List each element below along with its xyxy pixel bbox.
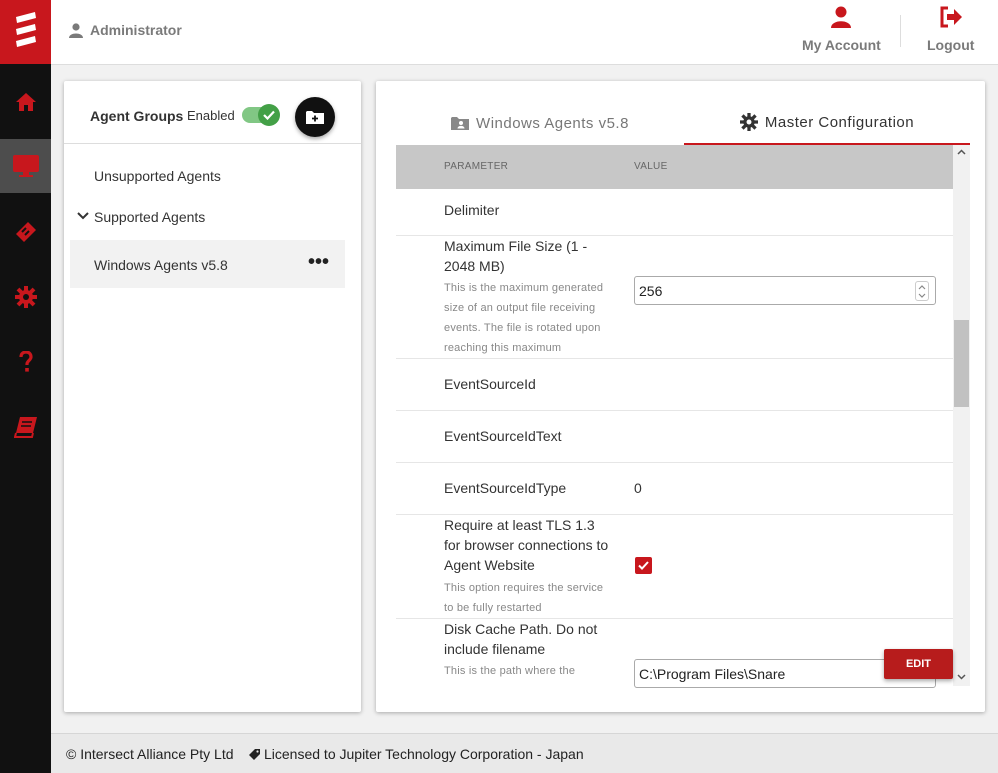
tls-checkbox[interactable] xyxy=(635,557,652,574)
param-name: EventSourceId xyxy=(444,376,536,392)
ticket-icon xyxy=(14,220,38,244)
param-name: Require at least TLS 1.3 for browser con… xyxy=(444,517,609,573)
nav-tickets[interactable] xyxy=(0,205,51,259)
gear-icon xyxy=(739,113,758,131)
monitor-icon xyxy=(12,154,40,178)
more-options-icon[interactable]: ••• xyxy=(308,252,329,272)
tree-item-windows-agents[interactable]: Windows Agents v5.8 ••• xyxy=(70,240,345,288)
chevron-down-icon[interactable] xyxy=(77,212,89,220)
top-bar: Administrator My Account Logout xyxy=(51,0,998,65)
folder-add-icon xyxy=(306,110,324,125)
folder-user-icon xyxy=(451,116,470,131)
gear-icon xyxy=(14,286,37,308)
enabled-toggle[interactable] xyxy=(242,104,280,126)
tab-windows-agents[interactable]: Windows Agents v5.8 xyxy=(396,101,684,145)
user-menu[interactable]: Administrator xyxy=(69,22,182,38)
tab-master-configuration[interactable]: Master Configuration xyxy=(684,101,970,145)
add-group-button[interactable] xyxy=(295,97,335,137)
table-row: Require at least TLS 1.3 for browser con… xyxy=(396,515,953,619)
table-row: Disk Cache Path. Do not include filename… xyxy=(396,619,953,712)
input-value: C:\Program Files\Snare xyxy=(639,666,786,682)
agent-groups-header: Agent Groups Enabled xyxy=(64,81,361,144)
param-name: Delimiter xyxy=(444,202,500,218)
logout-button[interactable]: Logout xyxy=(927,6,974,53)
logout-icon xyxy=(939,6,963,28)
tree-item-unsupported[interactable]: Unsupported Agents xyxy=(94,168,221,184)
nav-settings[interactable] xyxy=(0,270,51,324)
number-stepper[interactable] xyxy=(915,281,929,301)
input-value: 256 xyxy=(639,283,663,299)
account-icon xyxy=(830,6,852,28)
license-tag-icon xyxy=(248,748,261,761)
scroll-up-icon[interactable] xyxy=(957,149,966,155)
agent-groups-title: Agent Groups xyxy=(90,108,184,124)
book-icon xyxy=(13,416,38,438)
table-row: EventSourceId xyxy=(396,359,953,411)
sidebar xyxy=(0,0,51,773)
param-name: Maximum File Size (1 - 2048 MB) xyxy=(444,238,588,274)
column-parameter: PARAMETER xyxy=(444,161,509,172)
tree-item-supported[interactable]: Supported Agents xyxy=(94,209,205,225)
param-name: EventSourceIdText xyxy=(444,428,562,444)
param-name: EventSourceIdType xyxy=(444,480,567,496)
snare-logo[interactable] xyxy=(0,0,51,64)
table-header: PARAMETER VALUE xyxy=(396,145,953,189)
nav-agents[interactable] xyxy=(0,139,51,193)
nav-docs[interactable] xyxy=(0,400,51,454)
param-description: This is the maximum generated size of an… xyxy=(444,282,604,354)
tree-item-label: Windows Agents v5.8 xyxy=(94,257,228,273)
copyright-text: © Intersect Alliance Pty Ltd xyxy=(66,746,234,762)
my-account-button[interactable]: My Account xyxy=(802,6,881,53)
scroll-down-icon[interactable] xyxy=(957,674,966,680)
user-name: Administrator xyxy=(90,22,182,38)
scrollbar-thumb[interactable] xyxy=(954,320,969,407)
configuration-panel: Windows Agents v5.8 Master Configuration… xyxy=(376,81,985,712)
home-icon xyxy=(15,92,37,112)
tab-label: Windows Agents v5.8 xyxy=(476,114,629,132)
tab-label: Master Configuration xyxy=(764,113,915,131)
param-description: This option requires the service to be f… xyxy=(444,582,604,614)
table-row: EventSourceIdText xyxy=(396,411,953,463)
param-value: 0 xyxy=(634,480,642,496)
edit-button[interactable]: EDIT xyxy=(884,649,953,679)
table-row: EventSourceIdType 0 xyxy=(396,463,953,515)
header-divider xyxy=(900,15,901,47)
scrollbar[interactable] xyxy=(953,145,970,686)
nav-help[interactable] xyxy=(0,335,51,389)
user-icon xyxy=(69,22,83,38)
param-name: Disk Cache Path. Do not include filename xyxy=(444,621,598,657)
param-description: This is the path where the xyxy=(444,665,576,677)
enabled-label: Enabled xyxy=(187,108,235,123)
table-row: Maximum File Size (1 - 2048 MB) This is … xyxy=(396,236,953,359)
nav-home[interactable] xyxy=(0,75,51,129)
footer: © Intersect Alliance Pty Ltd Licensed to… xyxy=(51,733,998,773)
check-icon xyxy=(258,104,280,126)
logout-label: Logout xyxy=(927,37,975,53)
agent-groups-panel: Agent Groups Enabled Unsupported Agents … xyxy=(64,81,361,712)
license-text: Licensed to Jupiter Technology Corporati… xyxy=(264,746,584,762)
question-icon xyxy=(18,351,33,373)
max-file-size-input[interactable]: 256 xyxy=(634,276,936,305)
column-value: VALUE xyxy=(634,161,668,172)
table-row: Delimiter xyxy=(396,189,953,236)
my-account-label: My Account xyxy=(802,37,881,53)
